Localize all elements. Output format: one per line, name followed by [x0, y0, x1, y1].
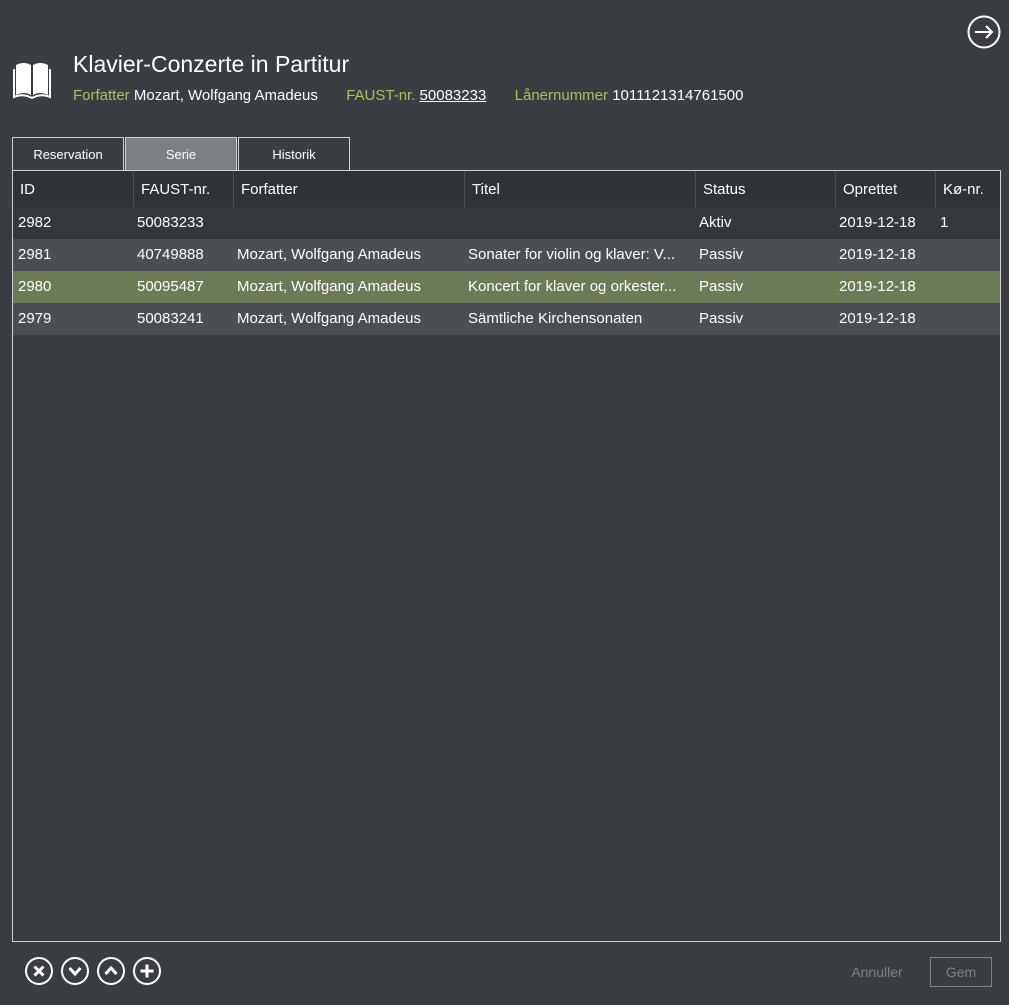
cell-status: Aktiv — [699, 214, 732, 231]
tab-historik[interactable]: Historik — [238, 137, 350, 170]
cell-title: Koncert for klaver og orkester... — [468, 278, 677, 295]
faust-link[interactable]: 50083233 — [420, 87, 487, 104]
loan-value: 1011121314761500 — [612, 87, 744, 104]
cell-title — [468, 207, 692, 239]
column-header-status[interactable]: Status — [696, 171, 836, 207]
tab-serie[interactable]: Serie — [125, 137, 237, 170]
cell-author: Mozart, Wolfgang Amadeus — [237, 310, 421, 327]
table-row[interactable]: 2979 50083241 Mozart, Wolfgang Amadeus S… — [13, 303, 1000, 335]
cell-faust: 50083233 — [137, 214, 204, 231]
loan-label: Lånernummer — [514, 87, 609, 104]
add-button[interactable] — [133, 957, 161, 985]
author-label: Forfatter — [73, 87, 130, 104]
cell-author: Mozart, Wolfgang Amadeus — [237, 246, 421, 263]
move-up-button[interactable] — [97, 957, 125, 985]
cell-id: 2981 — [18, 246, 52, 263]
page-title: Klavier-Conzerte in Partitur — [73, 51, 350, 77]
cell-status: Passiv — [699, 278, 744, 295]
cell-queue — [940, 303, 998, 335]
cell-author: Mozart, Wolfgang Amadeus — [237, 278, 421, 295]
faust-label: FAUST-nr. — [346, 87, 416, 104]
cell-status: Passiv — [699, 310, 744, 327]
move-up-icon — [97, 957, 125, 985]
cell-title: Sonater for violin og klaver: V... — [468, 246, 676, 263]
column-header-created[interactable]: Oprettet — [836, 171, 936, 207]
column-header-author[interactable]: Forfatter — [234, 171, 465, 207]
cell-created: 2019-12-18 — [839, 214, 916, 231]
author-value: Mozart, Wolfgang Amadeus — [133, 87, 318, 104]
column-header-id[interactable]: ID — [13, 171, 134, 207]
cell-faust: 50083241 — [137, 310, 204, 327]
record-meta: Forfatter Mozart, Wolfgang Amadeus FAUST… — [73, 87, 743, 104]
column-header-faust[interactable]: FAUST-nr. — [134, 171, 234, 207]
cell-queue: 1 — [940, 214, 949, 231]
save-button[interactable]: Gem — [930, 957, 992, 987]
tab-reservation[interactable]: Reservation — [12, 137, 124, 170]
series-table: ID FAUST-nr. Forfatter Titel Status Opre… — [12, 170, 1001, 942]
move-down-icon — [61, 957, 89, 985]
cell-faust: 40749888 — [137, 246, 204, 263]
remove-button[interactable] — [25, 957, 53, 985]
remove-icon — [25, 957, 53, 985]
cell-author — [237, 207, 461, 239]
table-row[interactable]: 2982 50083233 Aktiv 2019-12-18 1 — [13, 207, 1000, 239]
table-row[interactable]: 2981 40749888 Mozart, Wolfgang Amadeus S… — [13, 239, 1000, 271]
table-header: ID FAUST-nr. Forfatter Titel Status Opre… — [13, 171, 1000, 207]
cancel-button[interactable]: Annuller — [838, 957, 916, 987]
arrow-right-circle-icon — [967, 15, 1001, 49]
cell-queue — [940, 271, 998, 303]
column-header-title[interactable]: Titel — [465, 171, 696, 207]
add-icon — [133, 957, 161, 985]
cell-title: Sämtliche Kirchensonaten — [468, 310, 643, 327]
cell-created: 2019-12-18 — [839, 310, 916, 327]
table-row-selected[interactable]: 2980 50095487 Mozart, Wolfgang Amadeus K… — [13, 271, 1000, 303]
cell-id: 2982 — [18, 214, 52, 231]
book-icon — [12, 57, 52, 100]
navigate-button[interactable] — [967, 15, 1001, 49]
cell-faust: 50095487 — [137, 278, 204, 295]
cell-status: Passiv — [699, 246, 744, 263]
cell-created: 2019-12-18 — [839, 278, 916, 295]
cell-created: 2019-12-18 — [839, 246, 916, 263]
cell-id: 2980 — [18, 278, 52, 295]
move-down-button[interactable] — [61, 957, 89, 985]
column-header-queue[interactable]: Kø-nr. — [936, 171, 1000, 207]
cell-queue — [940, 239, 998, 271]
cell-id: 2979 — [18, 310, 52, 327]
